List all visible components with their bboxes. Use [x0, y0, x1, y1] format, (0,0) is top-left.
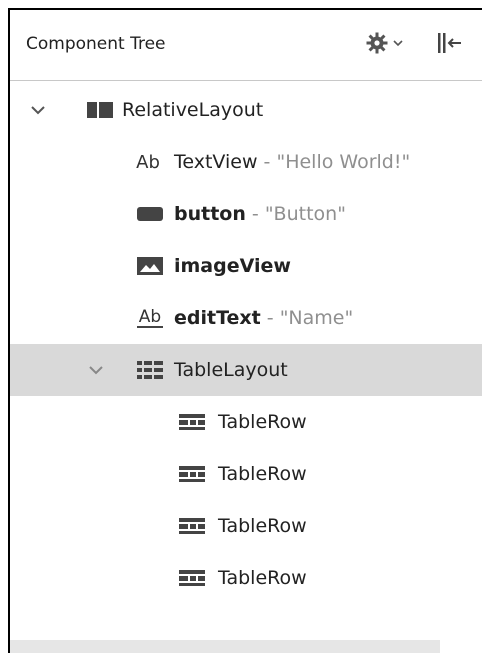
table-layout-icon — [136, 358, 164, 382]
table-row-icon — [178, 410, 206, 434]
tree-item-value: "Name" — [279, 307, 354, 329]
tree-item-value: "Hello World!" — [276, 151, 411, 173]
chevron-down-icon[interactable] — [28, 100, 48, 120]
dropdown-arrow-icon — [393, 40, 403, 47]
tree-item-edit-text[interactable]: Ab editText - "Name" — [10, 292, 482, 344]
text-view-icon: Ab — [136, 151, 160, 173]
tree-item-value: "Button" — [264, 203, 346, 225]
tree-item-text-view[interactable]: Ab TextView - "Hello World!" — [10, 136, 482, 188]
tree-item-label: TableRow — [218, 567, 307, 589]
table-row-icon — [178, 514, 206, 538]
tree-item-separator: - — [257, 151, 277, 173]
edit-text-icon-label: Ab — [138, 307, 162, 327]
table-row-icon — [178, 566, 206, 590]
image-icon — [136, 254, 164, 278]
tree-item-button[interactable]: button - "Button" — [10, 188, 482, 240]
tree-item-label: RelativeLayout — [122, 99, 264, 121]
chevron-down-icon[interactable] — [86, 360, 106, 380]
tree-item-label: TableLayout — [174, 359, 288, 381]
tree-item-separator: - — [245, 203, 265, 225]
tree-item-image-view[interactable]: imageView — [10, 240, 482, 292]
tree-item-table-row[interactable]: TableRow — [10, 552, 482, 604]
tree-item-label: TableRow — [218, 463, 307, 485]
pin-left-icon — [438, 33, 461, 53]
tree-item-text: editText - "Name" — [174, 307, 353, 329]
component-tree-panel: Component Tree RelativeLayout Ab TextVie… — [8, 8, 482, 653]
panel-title: Component Tree — [26, 34, 166, 54]
tree-item-label: imageView — [174, 255, 291, 277]
hide-panel-button[interactable] — [435, 30, 471, 58]
settings-dropdown-button[interactable] — [365, 28, 405, 58]
tree-item-label: TableRow — [218, 515, 307, 537]
horizontal-scrollbar[interactable] — [10, 640, 440, 653]
panel-header: Component Tree — [10, 10, 482, 81]
tree-item-table-row[interactable]: TableRow — [10, 448, 482, 500]
edit-text-underline — [137, 326, 163, 328]
tree-item-label: TextView — [174, 151, 258, 173]
relative-layout-icon — [86, 98, 114, 122]
edit-text-icon: Ab — [136, 306, 164, 330]
button-icon — [136, 202, 164, 226]
table-row-icon — [178, 462, 206, 486]
tree-item-table-layout[interactable]: TableLayout — [10, 344, 482, 396]
tree-item-text: button - "Button" — [174, 203, 346, 225]
tree-item-label: TableRow — [218, 411, 307, 433]
tree-item-separator: - — [260, 307, 280, 329]
tree-item-table-row[interactable]: TableRow — [10, 500, 482, 552]
tree-item-text: TextView - "Hello World!" — [174, 151, 410, 173]
tree-item-label: editText — [174, 307, 261, 329]
tree-item-label: button — [174, 203, 246, 225]
component-tree: RelativeLayout Ab TextView - "Hello Worl… — [10, 84, 482, 604]
tree-item-relative-layout[interactable]: RelativeLayout — [10, 84, 482, 136]
tree-item-table-row[interactable]: TableRow — [10, 396, 482, 448]
gear-icon — [366, 32, 388, 54]
